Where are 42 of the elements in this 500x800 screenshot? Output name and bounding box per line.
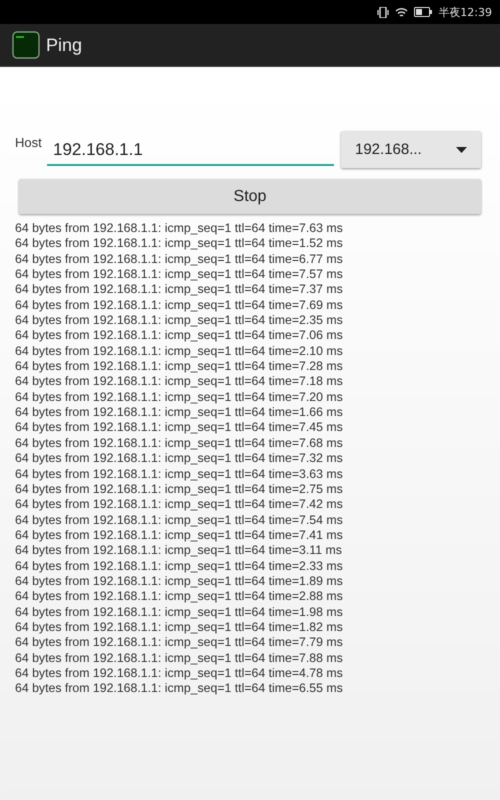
log-line: 64 bytes from 192.168.1.1: icmp_seq=1 ttl=64 time=6.55 ms xyxy=(15,681,344,697)
log-line: 64 bytes from 192.168.1.1: icmp_seq=1 ttl=64 time=7.32 ms xyxy=(15,451,344,466)
log-line: 64 bytes from 192.168.1.1: icmp_seq=1 ttl=64 time=1.98 ms xyxy=(15,604,344,620)
app-icon xyxy=(12,31,40,59)
log-line: 64 bytes from 192.168.1.1: icmp_seq=1 ttl=64 time=3.63 ms xyxy=(15,466,344,482)
log-line: 64 bytes from 192.168.1.1: icmp_seq=1 ttl=64 time=7.42 ms xyxy=(15,497,344,513)
log-line: 64 bytes from 192.168.1.1: icmp_seq=1 ttl=64 time=7.37 ms xyxy=(15,282,344,298)
log-line: 64 bytes from 192.168.1.1: icmp_seq=1 ttl=64 time=7.45 ms xyxy=(15,420,344,436)
stop-button[interactable]: Stop xyxy=(19,179,481,214)
log-line: 64 bytes from 192.168.1.1: icmp_seq=1 ttl=64 time=1.52 ms xyxy=(15,236,344,252)
log-line: 64 bytes from 192.168.1.1: icmp_seq=1 ttl=64 time=2.33 ms xyxy=(15,558,344,574)
log-line: 64 bytes from 192.168.1.1: icmp_seq=1 ttl=64 time=2.10 ms xyxy=(15,344,344,360)
caret-icon xyxy=(456,146,467,152)
log-line: 64 bytes from 192.168.1.1: icmp_seq=1 ttl=64 time=7.57 ms xyxy=(15,267,344,282)
log-line: 64 bytes from 192.168.1.1: icmp_seq=1 ttl=64 time=7.18 ms xyxy=(15,374,344,390)
log-line: 64 bytes from 192.168.1.1: icmp_seq=1 ttl=64 time=1.89 ms xyxy=(15,574,344,590)
vibrate-icon xyxy=(377,6,390,18)
log-line: 64 bytes from 192.168.1.1: icmp_seq=1 ttl=64 time=2.35 ms xyxy=(15,313,344,328)
log-line: 64 bytes from 192.168.1.1: icmp_seq=1 ttl=64 time=7.79 ms xyxy=(15,635,344,651)
log-line: 64 bytes from 192.168.1.1: icmp_seq=1 ttl=64 time=7.88 ms xyxy=(15,650,344,666)
log-line: 64 bytes from 192.168.1.1: icmp_seq=1 ttl=64 time=7.69 ms xyxy=(15,298,344,314)
app-title: Ping xyxy=(46,34,82,56)
log-line: 64 bytes from 192.168.1.1: icmp_seq=1 ttl=64 time=4.78 ms xyxy=(15,666,344,682)
host-field[interactable]: 192.168.1.1 xyxy=(47,132,334,166)
log-line: 64 bytes from 192.168.1.1: icmp_seq=1 ttl=64 time=7.20 ms xyxy=(15,390,344,406)
log-line: 64 bytes from 192.168.1.1: icmp_seq=1 ttl=64 time=7.06 ms xyxy=(15,328,344,344)
log-line: 64 bytes from 192.168.1.1: icmp_seq=1 ttl=64 time=3.11 ms xyxy=(15,543,343,559)
wifi-icon xyxy=(395,6,408,18)
host-label: Host xyxy=(15,135,43,150)
log-line: 64 bytes from 192.168.1.1: icmp_seq=1 ttl=64 time=7.28 ms xyxy=(15,359,344,374)
battery-icon xyxy=(414,7,432,17)
clock-time: 半夜12:39 xyxy=(438,4,492,20)
log-line: 64 bytes from 192.168.1.1: icmp_seq=1 ttl=64 time=1.82 ms xyxy=(15,620,344,636)
log-line: 64 bytes from 192.168.1.1: icmp_seq=1 ttl=64 time=1.66 ms xyxy=(15,405,344,420)
log-line: 64 bytes from 192.168.1.1: icmp_seq=1 ttl=64 time=7.54 ms xyxy=(15,512,344,528)
log-line: 64 bytes from 192.168.1.1: icmp_seq=1 ttl=64 time=2.75 ms xyxy=(15,482,344,498)
log-line: 64 bytes from 192.168.1.1: icmp_seq=1 ttl=64 time=2.88 ms xyxy=(15,589,344,605)
log-line: 64 bytes from 192.168.1.1: icmp_seq=1 ttl=64 time=6.77 ms xyxy=(15,252,344,268)
log-line: 64 bytes from 192.168.1.1: icmp_seq=1 ttl=64 time=7.63 ms xyxy=(15,221,344,236)
log-line: 64 bytes from 192.168.1.1: icmp_seq=1 ttl=64 time=7.41 ms xyxy=(15,528,344,544)
host-dropdown[interactable]: 192.168... xyxy=(341,131,481,168)
log-line: 64 bytes from 192.168.1.1: icmp_seq=1 ttl=64 time=7.68 ms xyxy=(15,436,344,452)
